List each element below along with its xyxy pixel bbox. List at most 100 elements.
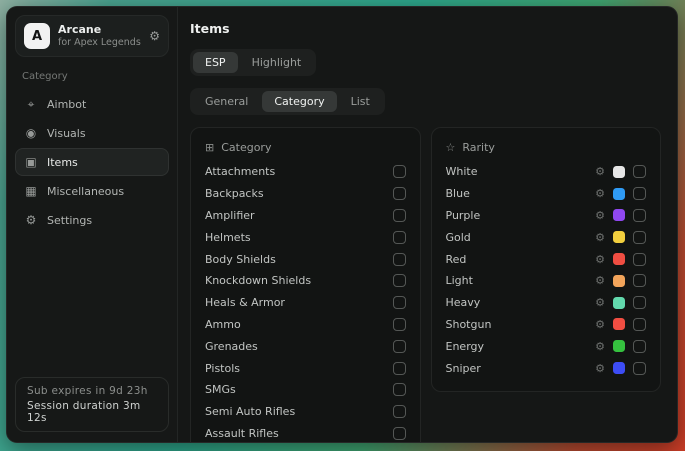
rarity-row-label: Energy	[446, 340, 485, 353]
category-row-label: Assault Rifles	[205, 427, 279, 440]
gear-icon[interactable]: ⚙	[595, 319, 605, 330]
color-swatch[interactable]	[613, 166, 625, 178]
gear-icon[interactable]: ⚙	[595, 188, 605, 199]
rarity-row-label: Purple	[446, 209, 481, 222]
color-swatch[interactable]	[613, 340, 625, 352]
gear-icon[interactable]: ⚙	[595, 232, 605, 243]
gear-icon[interactable]: ⚙	[149, 29, 160, 43]
category-checkbox[interactable]	[393, 231, 406, 244]
category-row-label: Body Shields	[205, 253, 276, 266]
color-swatch[interactable]	[613, 231, 625, 243]
rarity-checkbox[interactable]	[633, 253, 646, 266]
category-checkbox[interactable]	[393, 405, 406, 418]
category-row-label: Pistols	[205, 362, 240, 375]
category-checkbox[interactable]	[393, 383, 406, 396]
category-row: Ammo	[205, 314, 406, 336]
rarity-checkbox[interactable]	[633, 318, 646, 331]
rarity-checkbox[interactable]	[633, 231, 646, 244]
category-row-label: Ammo	[205, 318, 241, 331]
view-tab[interactable]: List	[339, 91, 382, 112]
sidebar-item[interactable]: ⚙ Settings	[15, 206, 169, 234]
gear-icon[interactable]: ⚙	[595, 341, 605, 352]
category-checkbox[interactable]	[393, 427, 406, 440]
category-row: Semi Auto Rifles	[205, 401, 406, 423]
rarity-checkbox[interactable]	[633, 187, 646, 200]
category-checkbox[interactable]	[393, 165, 406, 178]
color-swatch[interactable]	[613, 209, 625, 221]
category-checkbox[interactable]	[393, 187, 406, 200]
rarity-checkbox[interactable]	[633, 296, 646, 309]
category-checkbox[interactable]	[393, 362, 406, 375]
grid-icon: ▦	[24, 184, 38, 198]
app-subtitle: for Apex Legends	[58, 37, 141, 49]
sidebar-item-label: Miscellaneous	[47, 185, 124, 198]
category-row: SMGs	[205, 379, 406, 401]
color-swatch[interactable]	[613, 318, 625, 330]
category-row: Heals & Armor	[205, 292, 406, 314]
color-swatch[interactable]	[613, 297, 625, 309]
category-checkbox[interactable]	[393, 209, 406, 222]
sidebar-item[interactable]: ⌖ Aimbot	[15, 90, 169, 118]
rarity-row-label: Gold	[446, 231, 471, 244]
rarity-row: Energy ⚙	[446, 335, 647, 357]
star-icon: ☆	[446, 141, 456, 154]
rarity-checkbox[interactable]	[633, 209, 646, 222]
rarity-row-label: Sniper	[446, 362, 481, 375]
sidebar-item[interactable]: ◉ Visuals	[15, 119, 169, 147]
view-tab[interactable]: General	[193, 91, 260, 112]
gear-icon[interactable]: ⚙	[595, 210, 605, 221]
category-checkbox[interactable]	[393, 274, 406, 287]
category-checkbox[interactable]	[393, 340, 406, 353]
color-swatch[interactable]	[613, 253, 625, 265]
color-swatch[interactable]	[613, 362, 625, 374]
app-title: Arcane	[58, 23, 141, 37]
category-row: Grenades	[205, 335, 406, 357]
category-row-label: Amplifier	[205, 209, 255, 222]
rarity-panel: ☆ Rarity White ⚙	[431, 127, 662, 392]
view-tab[interactable]: Category	[262, 91, 336, 112]
color-swatch[interactable]	[613, 188, 625, 200]
rarity-row-label: White	[446, 165, 478, 178]
rarity-checkbox[interactable]	[633, 340, 646, 353]
app-logo: A	[24, 23, 50, 49]
mode-tab[interactable]: ESP	[193, 52, 238, 73]
gear-icon[interactable]: ⚙	[595, 254, 605, 265]
rarity-row-label: Red	[446, 253, 467, 266]
rarity-rows: White ⚙ Blue ⚙	[446, 161, 647, 379]
box-icon: ▣	[24, 155, 38, 169]
sidebar-section-label: Category	[7, 57, 177, 90]
sidebar-item[interactable]: ▦ Miscellaneous	[15, 177, 169, 205]
sub-expires-text: Sub expires in 9d 23h	[27, 385, 157, 397]
sidebar-item[interactable]: ▣ Items	[15, 148, 169, 176]
rarity-checkbox[interactable]	[633, 362, 646, 375]
category-row-label: Backpacks	[205, 187, 264, 200]
sidebar-item-label: Items	[47, 156, 78, 169]
category-row-label: Attachments	[205, 165, 275, 178]
category-row-label: Helmets	[205, 231, 251, 244]
gear-icon[interactable]: ⚙	[595, 166, 605, 177]
rarity-panel-title: Rarity	[462, 141, 495, 154]
rarity-row: Red ⚙	[446, 248, 647, 270]
rarity-checkbox[interactable]	[633, 274, 646, 287]
gear-icon[interactable]: ⚙	[595, 363, 605, 374]
category-checkbox[interactable]	[393, 296, 406, 309]
rarity-row: White ⚙	[446, 161, 647, 183]
rarity-row: Light ⚙	[446, 270, 647, 292]
sidebar-item-label: Aimbot	[47, 98, 86, 111]
category-panel: ⊞ Category Attachments Backpacks	[190, 127, 421, 442]
rarity-checkbox[interactable]	[633, 165, 646, 178]
sidebar: A Arcane for Apex Legends ⚙ Category ⌖ A…	[7, 7, 178, 442]
color-swatch[interactable]	[613, 275, 625, 287]
category-row: Knockdown Shields	[205, 270, 406, 292]
gear-icon: ⚙	[24, 213, 38, 227]
category-row-label: SMGs	[205, 383, 236, 396]
category-checkbox[interactable]	[393, 253, 406, 266]
app-window: A Arcane for Apex Legends ⚙ Category ⌖ A…	[6, 6, 678, 443]
rarity-row: Heavy ⚙	[446, 292, 647, 314]
category-checkbox[interactable]	[393, 318, 406, 331]
rarity-row-label: Heavy	[446, 296, 481, 309]
category-rows: Attachments Backpacks Amplifier	[205, 161, 406, 442]
mode-tab[interactable]: Highlight	[240, 52, 314, 73]
gear-icon[interactable]: ⚙	[595, 297, 605, 308]
gear-icon[interactable]: ⚙	[595, 275, 605, 286]
